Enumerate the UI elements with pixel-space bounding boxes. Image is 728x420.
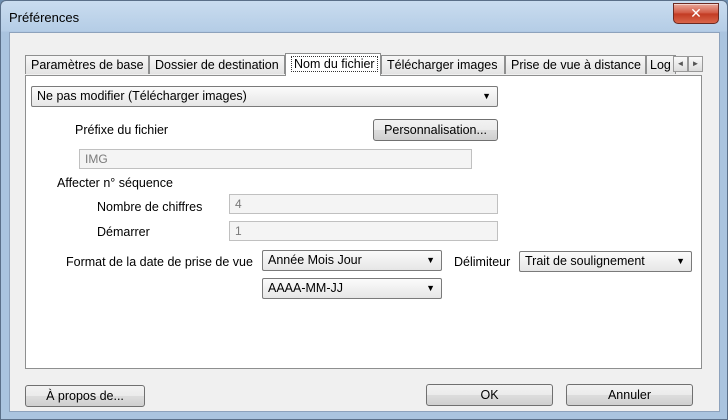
digits-input[interactable]: 4 xyxy=(229,194,498,214)
title-bar[interactable]: Préférences ✕ xyxy=(1,1,727,32)
chevron-down-icon: ▼ xyxy=(676,256,685,266)
chevron-down-icon: ▼ xyxy=(426,255,435,265)
rename-mode-select[interactable]: Ne pas modifier (Télécharger images) ▼ xyxy=(31,86,498,107)
tab-label: Log xyxy=(650,58,671,72)
delimiter-label: Délimiteur xyxy=(454,255,511,269)
delimiter-select[interactable]: Trait de soulignement ▼ xyxy=(519,251,692,272)
digits-label: Nombre de chiffres xyxy=(97,200,203,214)
customize-button[interactable]: Personnalisation... xyxy=(373,119,498,141)
tab-remote-shooting[interactable]: Prise de vue à distance xyxy=(505,55,646,74)
tab-download-images[interactable]: Télécharger images xyxy=(381,55,505,74)
delimiter-value: Trait de soulignement xyxy=(525,254,645,268)
tab-label: Nom du fichier xyxy=(291,56,378,72)
sequence-label: Affecter n° séquence xyxy=(57,176,173,190)
start-input[interactable]: 1 xyxy=(229,221,498,241)
tab-scroll-buttons: ◄ ► xyxy=(673,56,703,72)
prefix-input[interactable]: IMG xyxy=(79,149,472,169)
tab-label: Prise de vue à distance xyxy=(511,58,641,72)
tab-log[interactable]: Log xyxy=(646,55,676,74)
date-order-value: Année Mois Jour xyxy=(268,253,362,267)
file-name-panel: Ne pas modifier (Télécharger images) ▼ P… xyxy=(25,75,702,369)
chevron-down-icon: ▼ xyxy=(426,283,435,293)
dialog-client-area: Paramètres de base Dossier de destinatio… xyxy=(9,32,720,412)
tab-strip: Paramètres de base Dossier de destinatio… xyxy=(25,53,703,76)
scroll-right-icon[interactable]: ► xyxy=(688,56,703,72)
chevron-down-icon: ▼ xyxy=(482,91,491,101)
tab-basic-settings[interactable]: Paramètres de base xyxy=(25,55,149,74)
tab-label: Dossier de destination xyxy=(155,58,279,72)
close-icon: ✕ xyxy=(690,5,702,21)
rename-mode-value: Ne pas modifier (Télécharger images) xyxy=(37,89,247,103)
date-format-label: Format de la date de prise de vue xyxy=(66,255,253,269)
window-title: Préférences xyxy=(9,10,80,25)
date-order-select[interactable]: Année Mois Jour ▼ xyxy=(262,250,442,271)
close-button[interactable]: ✕ xyxy=(673,3,719,24)
date-pattern-value: AAAA-MM-JJ xyxy=(268,281,343,295)
tab-destination-folder[interactable]: Dossier de destination xyxy=(149,55,285,74)
ok-button[interactable]: OK xyxy=(426,384,553,406)
scroll-left-icon[interactable]: ◄ xyxy=(673,56,688,72)
start-label: Démarrer xyxy=(97,225,150,239)
about-button[interactable]: À propos de... xyxy=(25,385,145,407)
tab-label: Télécharger images xyxy=(387,58,498,72)
tab-file-name[interactable]: Nom du fichier xyxy=(285,53,381,76)
date-pattern-select[interactable]: AAAA-MM-JJ ▼ xyxy=(262,278,442,299)
tab-label: Paramètres de base xyxy=(31,58,144,72)
preferences-window: Préférences ✕ Paramètres de base Dossier… xyxy=(0,0,728,420)
prefix-label: Préfixe du fichier xyxy=(75,123,169,137)
cancel-button[interactable]: Annuler xyxy=(566,384,693,406)
